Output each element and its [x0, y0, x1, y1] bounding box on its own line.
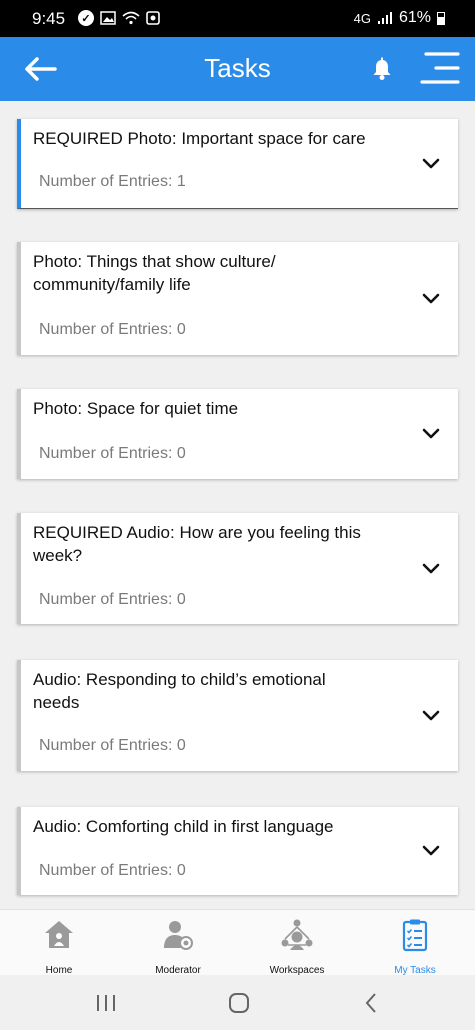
task-title: Audio: Responding to child’s emotional n…	[33, 670, 326, 712]
task-card[interactable]: Photo: Space for quiet time Number of En…	[17, 389, 458, 479]
status-notification-icons: ✓	[78, 10, 160, 26]
bell-icon	[373, 57, 391, 80]
task-title: Photo: Things that show culture/ communi…	[33, 252, 276, 294]
wifi-icon	[122, 11, 140, 25]
battery-icon	[437, 11, 445, 25]
task-title: Audio: Comforting child in first languag…	[33, 817, 334, 836]
page-title: Tasks	[204, 53, 271, 83]
moderator-icon	[164, 921, 193, 950]
chevron-down-icon[interactable]	[422, 845, 440, 857]
nav-workspaces[interactable]: Workspaces	[242, 918, 352, 976]
task-title: REQUIRED Photo: Important space for care	[33, 129, 366, 148]
battery-percent: 61%	[398, 9, 431, 26]
task-list[interactable]: REQUIRED Photo: Important space for care…	[0, 101, 475, 909]
task-title: REQUIRED Audio: How are you feeling this…	[33, 523, 361, 565]
app-header: Tasks	[0, 37, 475, 101]
status-bar: 9:45 ✓ 4G 61%	[0, 0, 475, 37]
image-icon	[100, 11, 116, 25]
nav-moderator[interactable]: Moderator	[123, 918, 233, 976]
nav-my-tasks[interactable]: My Tasks	[360, 918, 470, 976]
chevron-down-icon[interactable]	[422, 158, 440, 170]
status-time: 9:45	[32, 9, 66, 28]
nav-home[interactable]: Home	[4, 918, 114, 976]
status-system-icons: 4G 61%	[354, 9, 445, 27]
home-button-icon[interactable]	[224, 991, 254, 1015]
recent-apps-icon[interactable]	[91, 991, 121, 1015]
menu-button[interactable]	[418, 51, 462, 85]
chevron-down-icon[interactable]	[422, 293, 440, 305]
system-nav-bar	[0, 975, 475, 1030]
notifications-button[interactable]	[368, 55, 396, 83]
chevron-down-icon[interactable]	[422, 428, 440, 440]
workspaces-icon	[281, 919, 313, 950]
task-card[interactable]: REQUIRED Photo: Important space for care…	[17, 119, 458, 209]
task-card[interactable]: Photo: Things that show culture/ communi…	[17, 242, 458, 355]
verified-icon: ✓	[78, 10, 94, 26]
task-entry-count: Number of Entries: 0	[39, 445, 186, 462]
task-entry-count: Number of Entries: 1	[39, 173, 186, 190]
home-icon	[45, 921, 73, 948]
back-nav-icon[interactable]	[357, 991, 387, 1015]
signal-icon	[377, 12, 392, 24]
task-title: Photo: Space for quiet time	[33, 399, 239, 418]
task-card[interactable]: REQUIRED Audio: How are you feeling this…	[17, 513, 458, 624]
shield-app-icon	[146, 11, 160, 25]
bottom-nav: Home Moderator Workspaces My Tasks	[0, 909, 475, 976]
task-entry-count: Number of Entries: 0	[39, 591, 186, 608]
network-type: 4G	[353, 10, 371, 26]
task-entry-count: Number of Entries: 0	[39, 862, 186, 879]
task-entry-count: Number of Entries: 0	[39, 321, 186, 338]
task-card[interactable]: Audio: Comforting child in first languag…	[17, 807, 458, 895]
chevron-down-icon[interactable]	[422, 563, 440, 575]
task-card[interactable]: Audio: Responding to child’s emotional n…	[17, 660, 458, 771]
menu-icon	[420, 52, 460, 84]
task-entry-count: Number of Entries: 0	[39, 737, 186, 754]
clipboard-checklist-icon	[402, 919, 428, 952]
chevron-down-icon[interactable]	[422, 710, 440, 722]
